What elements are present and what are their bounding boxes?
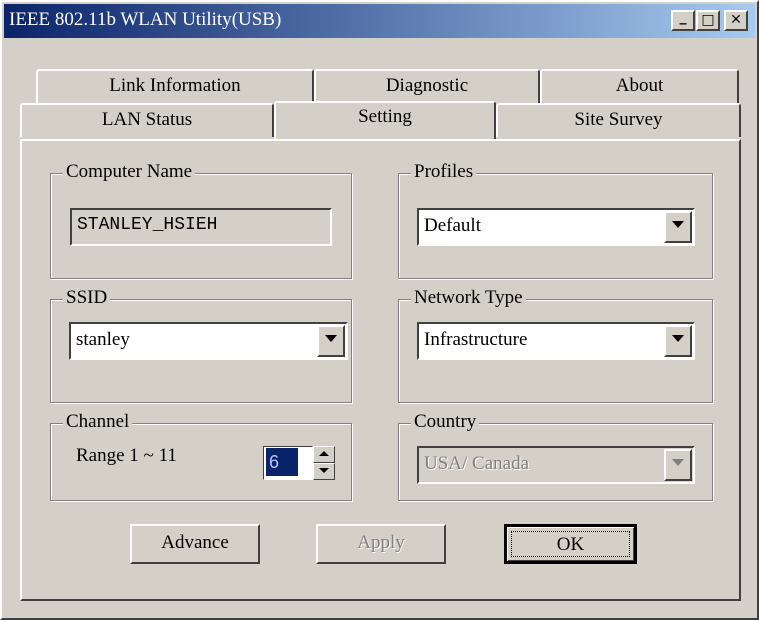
ok-button[interactable]: OK <box>504 524 637 564</box>
ssid-legend: SSID <box>63 287 111 309</box>
profiles-group: Profiles Default <box>398 161 713 279</box>
computer-name-field: STANLEY_HSIEH <box>70 208 332 246</box>
tab-site-survey[interactable]: Site Survey <box>496 103 741 137</box>
computer-name-group: Computer Name STANLEY_HSIEH <box>50 161 352 279</box>
country-dropdown-button <box>664 449 692 481</box>
ssid-dropdown-button[interactable] <box>317 325 345 357</box>
network-type-dropdown-button[interactable] <box>664 325 692 357</box>
tab-label: Site Survey <box>574 109 663 130</box>
profiles-select[interactable]: Default <box>417 208 695 246</box>
spin-down-button[interactable] <box>313 463 335 480</box>
tab-about[interactable]: About <box>540 69 739 103</box>
channel-legend: Channel <box>63 411 133 433</box>
channel-value: 6 <box>266 448 298 476</box>
network-type-select[interactable]: Infrastructure <box>417 322 695 360</box>
country-select: USA/ Canada <box>417 446 695 484</box>
window-title: IEEE 802.11b WLAN Utility(USB) <box>9 9 282 30</box>
chevron-down-icon <box>672 459 684 466</box>
ssid-combobox[interactable]: stanley <box>69 322 348 360</box>
network-type-legend: Network Type <box>411 287 526 309</box>
tab-label: Link Information <box>109 75 241 96</box>
ssid-group: SSID stanley <box>50 287 352 403</box>
tab-label: LAN Status <box>101 109 193 130</box>
minimize-icon: _ <box>679 9 687 25</box>
setting-panel: Computer Name STANLEY_HSIEH Profiles Def… <box>20 139 741 601</box>
tab-setting[interactable]: Setting <box>274 101 496 139</box>
maximize-button[interactable]: □ <box>696 10 720 31</box>
computer-name-value: STANLEY_HSIEH <box>77 215 218 235</box>
ok-focus-ring: OK <box>511 531 630 557</box>
channel-spinner[interactable] <box>313 446 335 480</box>
ssid-value: stanley <box>76 329 130 350</box>
arrow-down-icon <box>319 468 329 473</box>
tab-label: Diagnostic <box>385 75 469 96</box>
title-bar[interactable]: IEEE 802.11b WLAN Utility(USB) _ □ ✕ <box>4 4 755 38</box>
tab-link-information[interactable]: Link Information <box>36 69 314 103</box>
minimize-button[interactable]: _ <box>671 9 695 31</box>
arrow-up-icon <box>319 451 329 456</box>
advance-button-label: Advance <box>161 532 229 553</box>
network-type-group: Network Type Infrastructure <box>398 287 713 403</box>
maximize-icon: □ <box>701 12 715 28</box>
tab-diagnostic[interactable]: Diagnostic <box>314 69 540 103</box>
country-legend: Country <box>411 411 480 433</box>
country-value: USA/ Canada <box>424 453 530 474</box>
wlan-utility-window: IEEE 802.11b WLAN Utility(USB) _ □ ✕ Lin… <box>0 0 759 620</box>
tab-label: Setting <box>358 106 412 127</box>
advance-button[interactable]: Advance <box>130 524 260 564</box>
network-type-value: Infrastructure <box>424 329 528 350</box>
tab-lan-status[interactable]: LAN Status <box>20 103 274 137</box>
chevron-down-icon <box>325 335 337 342</box>
tab-label: About <box>615 75 664 96</box>
channel-group: Channel Range 1 ~ 11 6 <box>50 411 352 501</box>
chevron-down-icon <box>672 335 684 342</box>
country-group: Country USA/ Canada <box>398 411 713 501</box>
profiles-value: Default <box>424 215 481 236</box>
profiles-legend: Profiles <box>411 161 477 183</box>
apply-button-label: Apply <box>357 532 405 553</box>
spin-up-button[interactable] <box>313 446 335 463</box>
channel-input[interactable]: 6 <box>263 446 313 480</box>
profiles-dropdown-button[interactable] <box>664 211 692 243</box>
apply-button: Apply <box>316 524 446 564</box>
channel-range-label: Range 1 ~ 11 <box>76 445 177 466</box>
close-icon: ✕ <box>730 12 742 28</box>
computer-name-legend: Computer Name <box>63 161 196 183</box>
chevron-down-icon <box>672 221 684 228</box>
ok-button-label: OK <box>556 534 585 555</box>
close-button[interactable]: ✕ <box>724 10 748 31</box>
